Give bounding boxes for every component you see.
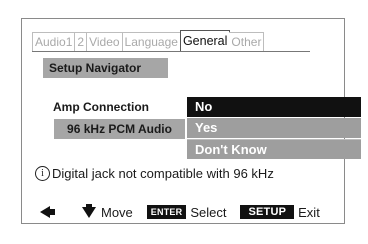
tab-underline xyxy=(32,51,310,52)
enter-key-badge: ENTER xyxy=(146,205,187,219)
select-label: Select xyxy=(190,204,227,220)
option-dont-know[interactable]: Don't Know xyxy=(187,139,361,159)
setup-menu-frame: Audio1 2 Video Language General Other Se… xyxy=(21,18,361,224)
option-no[interactable]: No xyxy=(187,97,361,117)
tab-bar: Audio1 2 Video Language General Other xyxy=(32,30,265,52)
setup-key-badge: SETUP xyxy=(240,205,295,219)
footer-hints: Move ENTER Select SETUP Exit xyxy=(40,203,320,220)
down-arrow-icon xyxy=(82,203,96,218)
info-icon: i xyxy=(35,166,50,181)
amp-connection-label: Amp Connection xyxy=(53,100,149,114)
left-arrow-icon xyxy=(40,206,55,218)
info-message: i Digital jack not compatible with 96 kH… xyxy=(35,166,274,181)
option-yes[interactable]: Yes xyxy=(187,118,361,138)
setup-navigator-title: Setup Navigator xyxy=(43,58,168,78)
tab-audio1[interactable]: Audio1 xyxy=(32,32,76,52)
pcm-96k-label: 96 kHz PCM Audio xyxy=(54,119,185,139)
tab-other[interactable]: Other xyxy=(229,32,265,52)
tab-video[interactable]: Video xyxy=(86,32,123,52)
tab-language[interactable]: Language xyxy=(121,32,181,52)
tab-general[interactable]: General xyxy=(179,30,231,52)
exit-label: Exit xyxy=(298,204,320,220)
move-label: Move xyxy=(101,204,133,220)
info-text: Digital jack not compatible with 96 kHz xyxy=(52,166,274,181)
